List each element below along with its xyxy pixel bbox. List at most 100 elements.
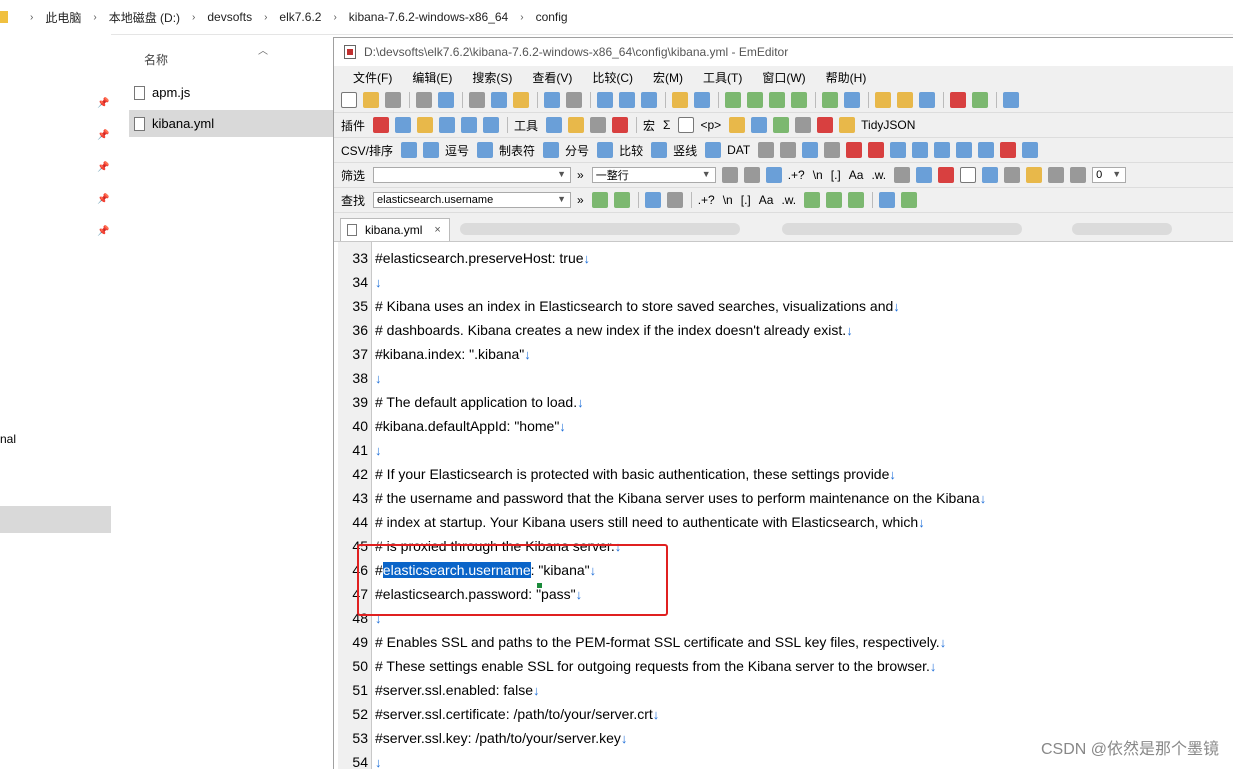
chevron-down-icon[interactable]: ▼ — [702, 169, 711, 179]
filter-input[interactable]: ▼ — [373, 167, 572, 183]
semicolon-icon[interactable] — [543, 142, 560, 158]
filter-clear-icon[interactable] — [916, 167, 933, 183]
find-bracket-toggle[interactable]: [.] — [741, 193, 751, 207]
image-icon[interactable] — [1022, 142, 1039, 158]
code-line[interactable]: 36 # dashboards. Kibana creates a new ind… — [334, 318, 1233, 342]
find-next-icon[interactable] — [619, 92, 635, 108]
sort-len-icon[interactable] — [934, 142, 951, 158]
highlight-icon[interactable] — [672, 92, 688, 108]
lock-icon[interactable] — [1026, 167, 1043, 183]
code-line[interactable]: 49 # Enables SSL and paths to the PEM-for… — [334, 630, 1233, 654]
semicolon-label[interactable]: 分号 — [565, 142, 589, 159]
check-icon[interactable] — [678, 117, 695, 133]
nav-item-partial[interactable]: nal — [0, 432, 16, 446]
chevron-down-icon[interactable]: ▼ — [557, 169, 566, 179]
plugin-b-icon[interactable] — [395, 117, 412, 133]
record-macro-icon[interactable] — [950, 92, 966, 108]
back-icon[interactable] — [773, 117, 790, 133]
tag-icon[interactable] — [729, 117, 746, 133]
breadcrumb-drive-d[interactable]: 本地磁盘 (D:) — [109, 9, 180, 26]
panel-icon[interactable] — [1004, 167, 1021, 183]
sort-asc-icon[interactable] — [846, 142, 863, 158]
spellcheck-icon[interactable] — [1000, 142, 1017, 158]
plugin-d-icon[interactable] — [439, 117, 456, 133]
breadcrumb-this-pc[interactable]: 此电脑 — [45, 9, 81, 26]
compare-label[interactable]: 比较 — [619, 142, 643, 159]
view-icon[interactable] — [747, 92, 763, 108]
search-filter-icon[interactable] — [765, 167, 782, 183]
add-column-icon[interactable] — [758, 142, 775, 158]
find-in-files-icon[interactable] — [666, 192, 683, 208]
pin-icon[interactable]: 📌 — [97, 130, 109, 141]
breadcrumb-kibana[interactable]: kibana-7.6.2-windows-x86_64 — [349, 10, 508, 24]
cmd-icon[interactable] — [590, 117, 607, 133]
tab-icon[interactable] — [477, 142, 494, 158]
breadcrumb-devsofts[interactable]: devsofts — [207, 10, 252, 24]
code-line[interactable]: 43 # the username and password that the K… — [334, 486, 1233, 510]
pin-icon[interactable]: 📌 — [97, 226, 109, 237]
minus-icon[interactable] — [894, 167, 911, 183]
columns-icon[interactable] — [802, 142, 819, 158]
print-icon[interactable] — [416, 92, 432, 108]
word-toggle[interactable]: .w. — [871, 168, 886, 182]
open-folder-icon[interactable] — [363, 92, 379, 108]
menu-file[interactable]: 文件(F) — [343, 69, 402, 86]
tidyjson-label[interactable]: TidyJSON — [861, 118, 915, 132]
case-toggle[interactable]: Aa — [849, 168, 864, 182]
customize-icon[interactable] — [875, 92, 891, 108]
tool-icon[interactable] — [612, 117, 629, 133]
menu-compare[interactable]: 比较(C) — [582, 69, 643, 86]
find-next-icon[interactable] — [613, 192, 630, 208]
find-case-toggle[interactable]: Aa — [759, 193, 774, 207]
find-prev-icon[interactable] — [591, 192, 608, 208]
run-macro-icon[interactable] — [972, 92, 988, 108]
breadcrumb-elk[interactable]: elk7.6.2 — [279, 10, 321, 24]
more-icon[interactable]: » — [577, 168, 584, 182]
sort-up-icon[interactable]: ︿ — [258, 42, 268, 57]
search-icon[interactable] — [644, 192, 661, 208]
find-sync-icon[interactable] — [804, 192, 821, 208]
fullscreen-icon[interactable] — [791, 92, 807, 108]
save-icon[interactable] — [385, 92, 401, 108]
menu-window[interactable]: 窗口(W) — [752, 69, 815, 86]
plugin-f-icon[interactable] — [483, 117, 500, 133]
escape-toggle[interactable]: \n — [813, 168, 823, 182]
sort-num-desc-icon[interactable] — [912, 142, 929, 158]
code-line[interactable]: 42 # If your Elasticsearch is protected w… — [334, 462, 1233, 486]
replace-icon[interactable] — [641, 92, 657, 108]
dat-icon[interactable] — [705, 142, 722, 158]
pipe-icon[interactable] — [651, 142, 668, 158]
ie-icon[interactable] — [546, 117, 563, 133]
sort-custom-icon[interactable] — [978, 142, 995, 158]
plugin-a-icon[interactable] — [373, 117, 390, 133]
pin-icon[interactable]: 📌 — [97, 98, 109, 109]
comma-icon[interactable] — [423, 142, 440, 158]
copy-icon[interactable] — [491, 92, 507, 108]
code-line[interactable]: 34 ↓ — [334, 270, 1233, 294]
column-header-name[interactable]: 名称 — [144, 51, 168, 68]
code-line[interactable]: 41 ↓ — [334, 438, 1233, 462]
code-line[interactable]: 37 #kibana.index: ".kibana"↓ — [334, 342, 1233, 366]
tab-kibana-yml[interactable]: kibana.yml × — [340, 218, 450, 241]
arrow-down-icon[interactable] — [982, 167, 999, 183]
code-line[interactable]: 51 #server.ssl.enabled: false↓ — [334, 678, 1233, 702]
filter-icon[interactable] — [694, 92, 710, 108]
sort-desc-icon[interactable] — [868, 142, 885, 158]
menu-help[interactable]: 帮助(H) — [816, 69, 877, 86]
text-editor[interactable]: 33 #elasticsearch.preserveHost: true↓ 34 ↓ 3… — [334, 242, 1233, 770]
print-preview-icon[interactable] — [438, 92, 454, 108]
find-all-icon[interactable] — [826, 192, 843, 208]
count-select[interactable]: 0 ▼ — [1092, 167, 1127, 183]
paste-icon[interactable] — [513, 92, 529, 108]
nav-item-selected[interactable] — [0, 506, 111, 533]
code-line[interactable]: 52 #server.ssl.certificate: /path/to/your… — [334, 702, 1233, 726]
plugin-e-icon[interactable] — [461, 117, 478, 133]
undo-icon[interactable] — [544, 92, 560, 108]
find-regex-toggle[interactable]: .+? — [698, 193, 715, 207]
dat-label[interactable]: DAT — [727, 143, 750, 157]
find-list-icon[interactable] — [848, 192, 865, 208]
menu-tools[interactable]: 工具(T) — [693, 69, 752, 86]
find-escape-toggle[interactable]: \n — [723, 193, 733, 207]
more-icon[interactable]: » — [577, 193, 584, 207]
find-panel-icon[interactable] — [879, 192, 896, 208]
